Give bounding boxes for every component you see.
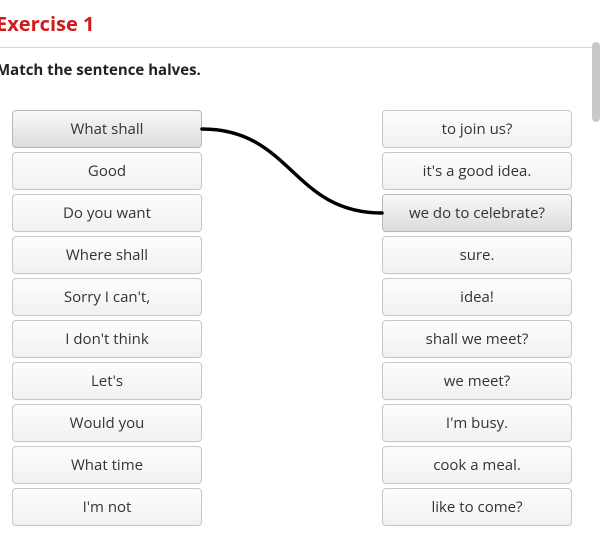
left-column: What shall Good Do you want Where shall Sorr… bbox=[12, 110, 202, 526]
right-column: to join us? it's a good idea. we do to cel… bbox=[382, 110, 572, 526]
left-item[interactable]: Sorry I can't, bbox=[12, 278, 202, 316]
right-item[interactable]: idea! bbox=[382, 278, 572, 316]
right-item[interactable]: like to come? bbox=[382, 488, 572, 526]
divider bbox=[0, 47, 600, 48]
left-item[interactable]: I don't think bbox=[12, 320, 202, 358]
left-item[interactable]: Would you bbox=[12, 404, 202, 442]
right-item[interactable]: it's a good idea. bbox=[382, 152, 572, 190]
right-item[interactable]: sure. bbox=[382, 236, 572, 274]
right-item[interactable]: to join us? bbox=[382, 110, 572, 148]
right-item[interactable]: cook a meal. bbox=[382, 446, 572, 484]
matching-area: What shall Good Do you want Where shall Sorr… bbox=[0, 110, 600, 526]
right-item[interactable]: shall we meet? bbox=[382, 320, 572, 358]
left-item[interactable]: Good bbox=[12, 152, 202, 190]
left-item[interactable]: Let's bbox=[12, 362, 202, 400]
right-item[interactable]: we meet? bbox=[382, 362, 572, 400]
instruction-text: Match the sentence halves. bbox=[0, 60, 600, 80]
right-item[interactable]: we do to celebrate? bbox=[382, 194, 572, 232]
connection-line bbox=[202, 129, 382, 213]
left-item[interactable]: What shall bbox=[12, 110, 202, 148]
left-item[interactable]: Where shall bbox=[12, 236, 202, 274]
left-item[interactable]: What time bbox=[12, 446, 202, 484]
left-item[interactable]: Do you want bbox=[12, 194, 202, 232]
right-item[interactable]: I'm busy. bbox=[382, 404, 572, 442]
left-item[interactable]: I'm not bbox=[12, 488, 202, 526]
scrollbar-thumb[interactable] bbox=[592, 42, 600, 122]
exercise-heading: Exercise 1 bbox=[0, 0, 600, 47]
